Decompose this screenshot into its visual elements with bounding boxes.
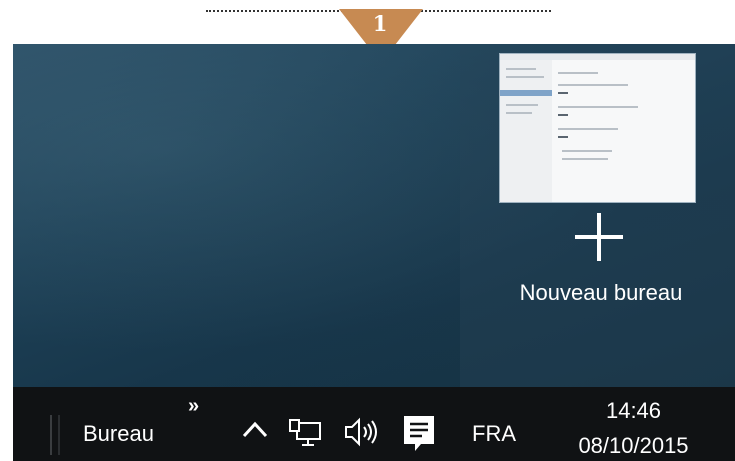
thumbnail-toggle (558, 92, 568, 94)
chevron-up-icon[interactable] (240, 416, 270, 444)
thumbnail-line (562, 150, 612, 152)
network-icon[interactable] (288, 418, 322, 448)
thumbnail-toggle (558, 136, 568, 138)
clock-date[interactable]: 08/10/2015 (560, 432, 707, 460)
desktop-toolbar-label[interactable]: Bureau (83, 420, 154, 448)
thumbnail-toggle (558, 114, 568, 116)
thumbnail-line (506, 68, 536, 70)
thumbnail-line (558, 72, 598, 74)
thumbnail-line (506, 104, 538, 106)
clock-time[interactable]: 14:46 (560, 397, 707, 425)
thumbnail-line (558, 106, 638, 108)
plus-icon[interactable] (575, 213, 623, 261)
input-language-indicator[interactable]: FRA (472, 420, 516, 448)
volume-icon[interactable] (343, 416, 383, 448)
thumbnail-sidebar (500, 60, 552, 202)
thumbnail-line (506, 76, 544, 78)
thumbnail-line (558, 84, 628, 86)
toolbar-expand-icon[interactable]: » (188, 396, 199, 416)
thumbnail-line (562, 158, 608, 160)
thumbnail-line (506, 112, 532, 114)
taskbar-grip[interactable] (58, 415, 60, 455)
notifications-icon[interactable] (402, 412, 436, 454)
thumbnail-line (558, 128, 618, 130)
new-desktop-label[interactable]: Nouveau bureau (466, 278, 735, 308)
thumbnail-selected-item (500, 90, 552, 96)
taskbar-separator (50, 415, 52, 455)
desktop-thumbnail[interactable] (500, 54, 695, 202)
step-number: 1 (372, 11, 388, 36)
